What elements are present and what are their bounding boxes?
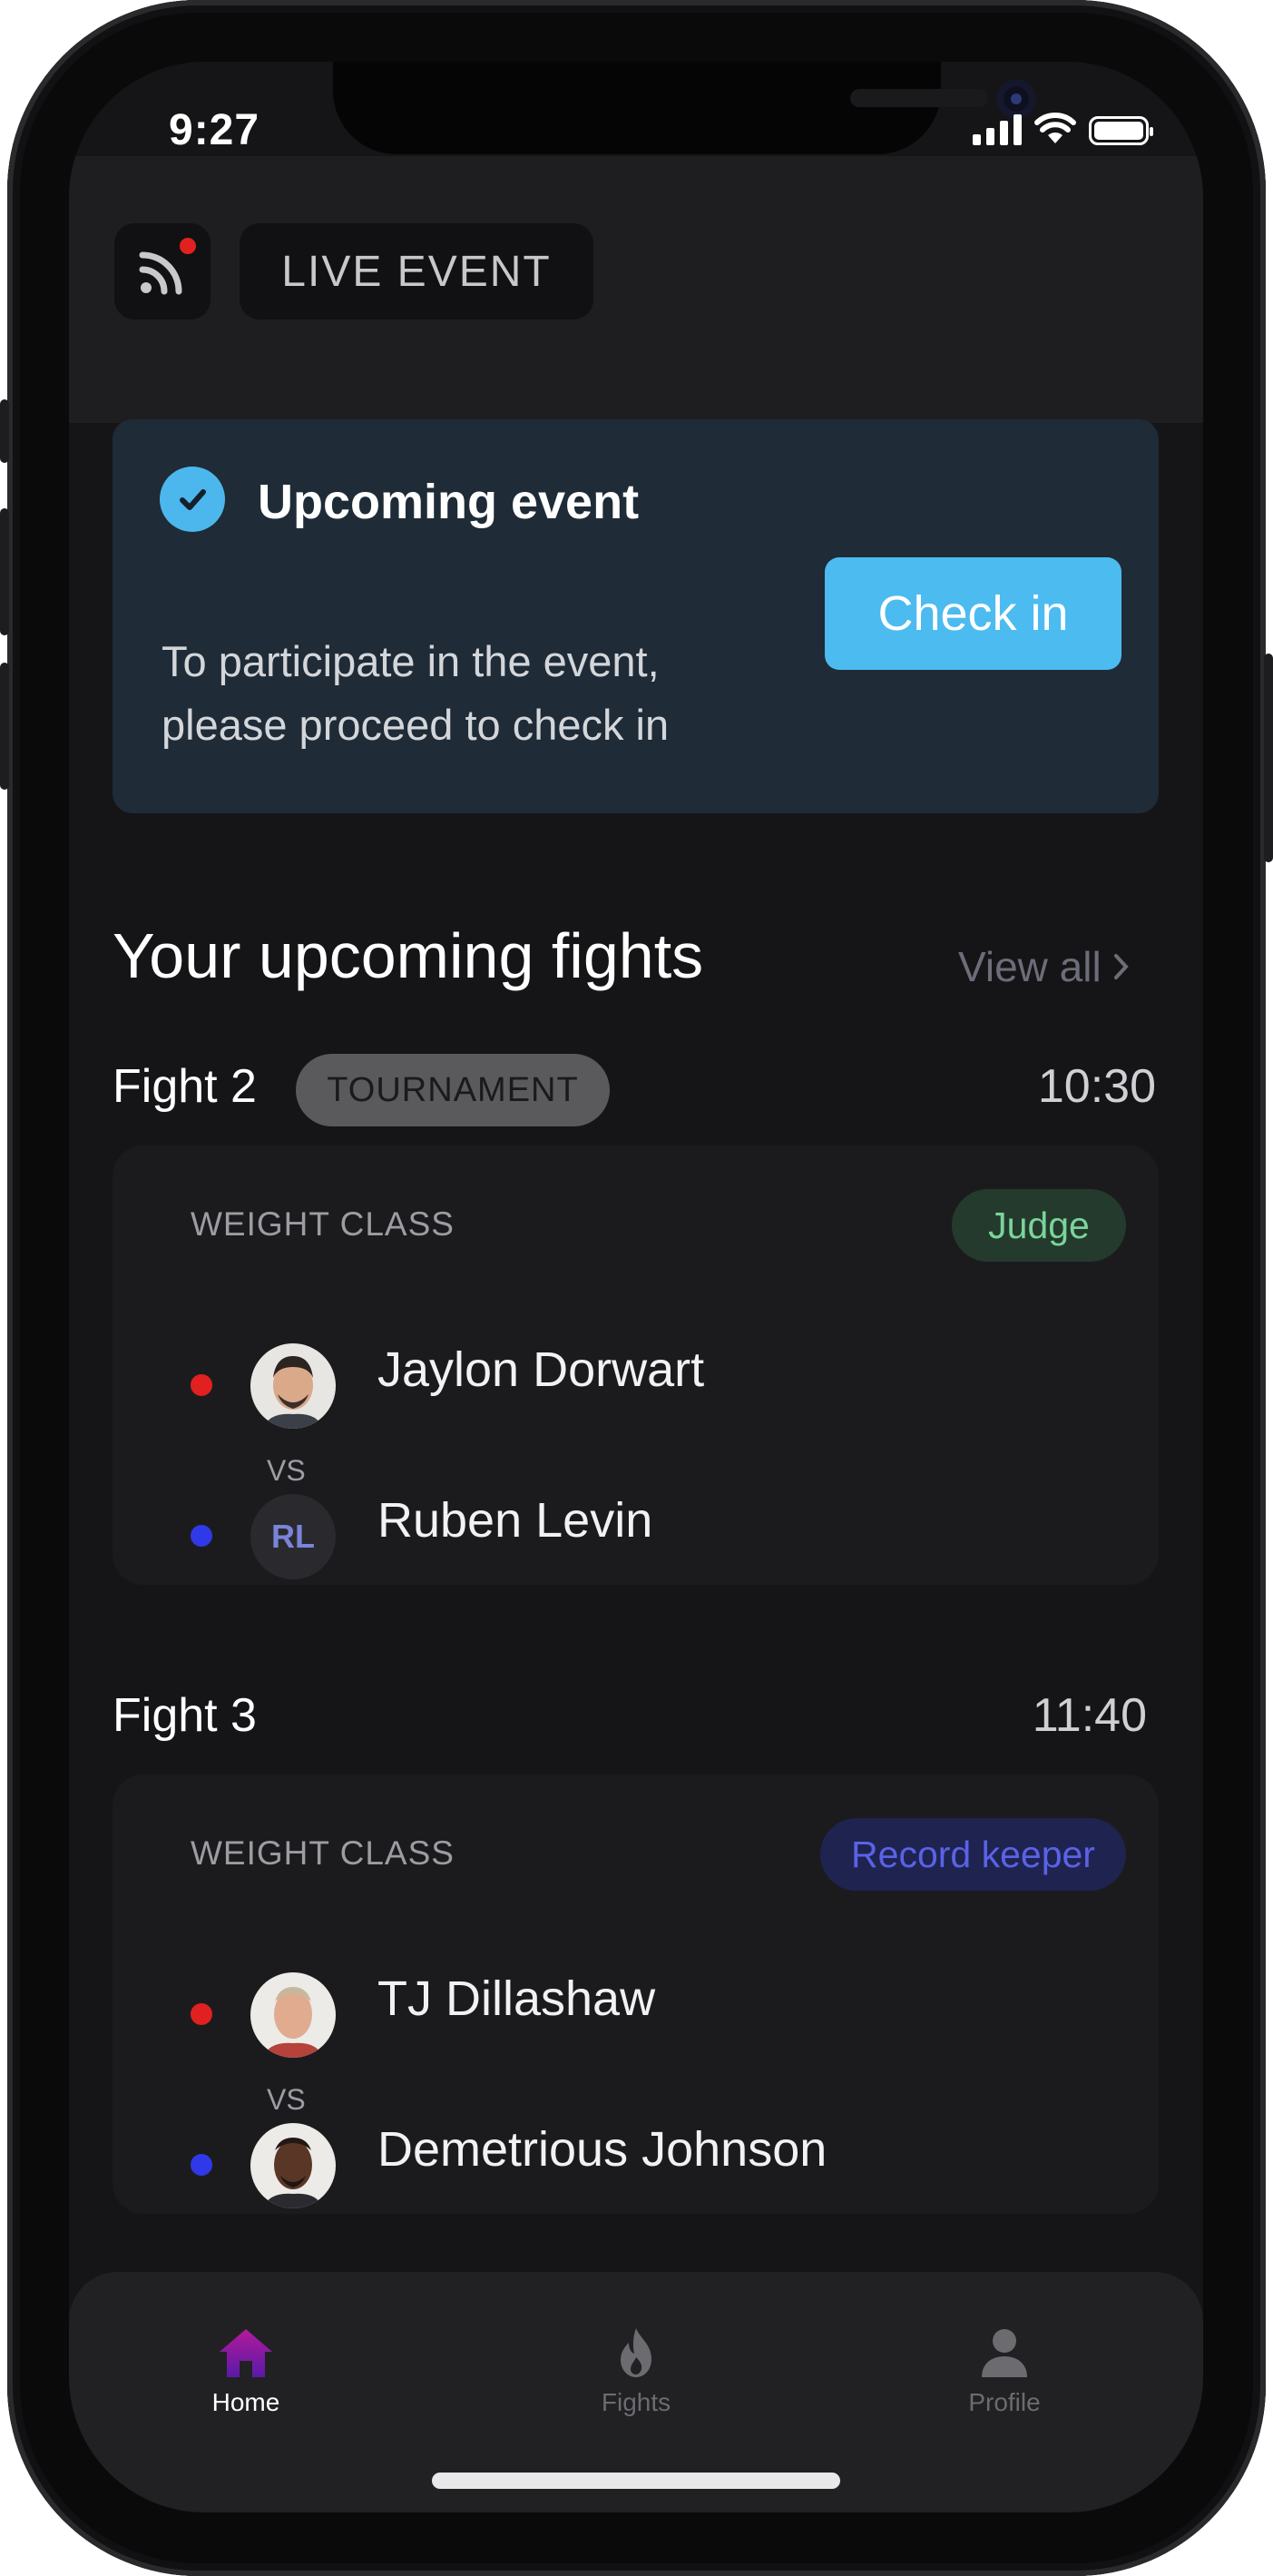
live-feed-button[interactable] <box>114 223 211 320</box>
weight-class-label: WEIGHT CLASS <box>191 1205 455 1243</box>
role-badge: Judge <box>952 1189 1126 1262</box>
blue-corner-dot <box>191 1525 212 1547</box>
blue-fighter-name: Ruben Levin <box>377 1493 653 1548</box>
check-in-button[interactable]: Check in <box>825 557 1121 670</box>
status-icons <box>973 113 1153 145</box>
fire-icon <box>621 2328 651 2377</box>
volume-up-button <box>0 508 9 635</box>
live-indicator-dot <box>180 238 196 254</box>
home-indicator[interactable] <box>432 2473 840 2489</box>
power-button <box>1264 654 1273 862</box>
check-circle-icon <box>160 467 225 532</box>
fighter-avatar <box>250 1972 336 2058</box>
upcoming-event-title: Upcoming event <box>258 475 640 529</box>
view-all-label: View all <box>958 943 1102 990</box>
notch <box>333 62 1036 154</box>
red-fighter-name: Jaylon Dorwart <box>377 1342 705 1397</box>
blue-fighter-name: Demetrious Johnson <box>377 2122 827 2177</box>
vs-label: VS <box>267 2083 306 2116</box>
vs-label: VS <box>267 1454 306 1487</box>
weight-class-label: WEIGHT CLASS <box>191 1834 455 1872</box>
speaker-grille <box>850 89 988 107</box>
fight-header: Fight 2 TOURNAMENT 10:30 <box>113 1054 1156 1126</box>
tab-profile[interactable]: Profile <box>905 2326 1104 2417</box>
section-title: Your upcoming fights <box>113 920 704 991</box>
fight-header: Fight 3 11:40 <box>113 1683 1156 1755</box>
red-fighter-name: TJ Dillashaw <box>377 1971 656 2026</box>
tab-label: Profile <box>968 2388 1041 2416</box>
fighter-avatar-initials: RL <box>250 1494 336 1579</box>
fight-label: Fight 3 <box>113 1689 257 1742</box>
person-icon <box>982 2329 1027 2377</box>
rss-feed-icon <box>139 251 182 295</box>
volume-down-button <box>0 663 9 790</box>
battery-icon <box>1089 116 1153 145</box>
fight-card[interactable]: WEIGHT CLASS Record keeper TJ Dillashaw … <box>113 1775 1159 2214</box>
upcoming-event-card: Upcoming event To participate in the eve… <box>113 419 1159 813</box>
tournament-badge: TOURNAMENT <box>296 1054 610 1126</box>
app-screen: 9:27 LIVE EVENT Upcoming event To partic… <box>69 62 1203 2512</box>
mute-switch <box>0 399 9 463</box>
chevron-right-icon <box>1113 954 1129 979</box>
device-mockup: 9:27 LIVE EVENT Upcoming event To partic… <box>0 0 1273 2576</box>
live-event-label[interactable]: LIVE EVENT <box>240 223 593 320</box>
role-badge: Record keeper <box>820 1818 1126 1891</box>
initials: RL <box>271 1518 315 1555</box>
home-icon <box>220 2329 272 2377</box>
fight-time: 10:30 <box>1037 1060 1156 1113</box>
tab-fights[interactable]: Fights <box>536 2326 736 2417</box>
tab-home[interactable]: Home <box>146 2326 346 2417</box>
fight-card[interactable]: WEIGHT CLASS Judge Jaylon Dorwart VS RL … <box>113 1145 1159 1585</box>
tab-label: Fights <box>601 2388 671 2416</box>
tab-label: Home <box>211 2388 280 2416</box>
red-corner-dot <box>191 2003 212 2025</box>
fighter-avatar <box>250 2123 336 2208</box>
blue-corner-dot <box>191 2154 212 2176</box>
status-time: 9:27 <box>169 106 260 154</box>
cellular-signal-icon <box>973 113 1022 145</box>
fight-time: 11:40 <box>1032 1689 1147 1742</box>
view-all-link[interactable]: View all <box>958 942 1131 991</box>
wifi-icon <box>1034 113 1076 143</box>
fighter-avatar <box>250 1343 336 1429</box>
upcoming-event-description: To participate in the event, please proc… <box>162 637 670 749</box>
red-corner-dot <box>191 1374 212 1396</box>
fight-label: Fight 2 <box>113 1060 257 1113</box>
